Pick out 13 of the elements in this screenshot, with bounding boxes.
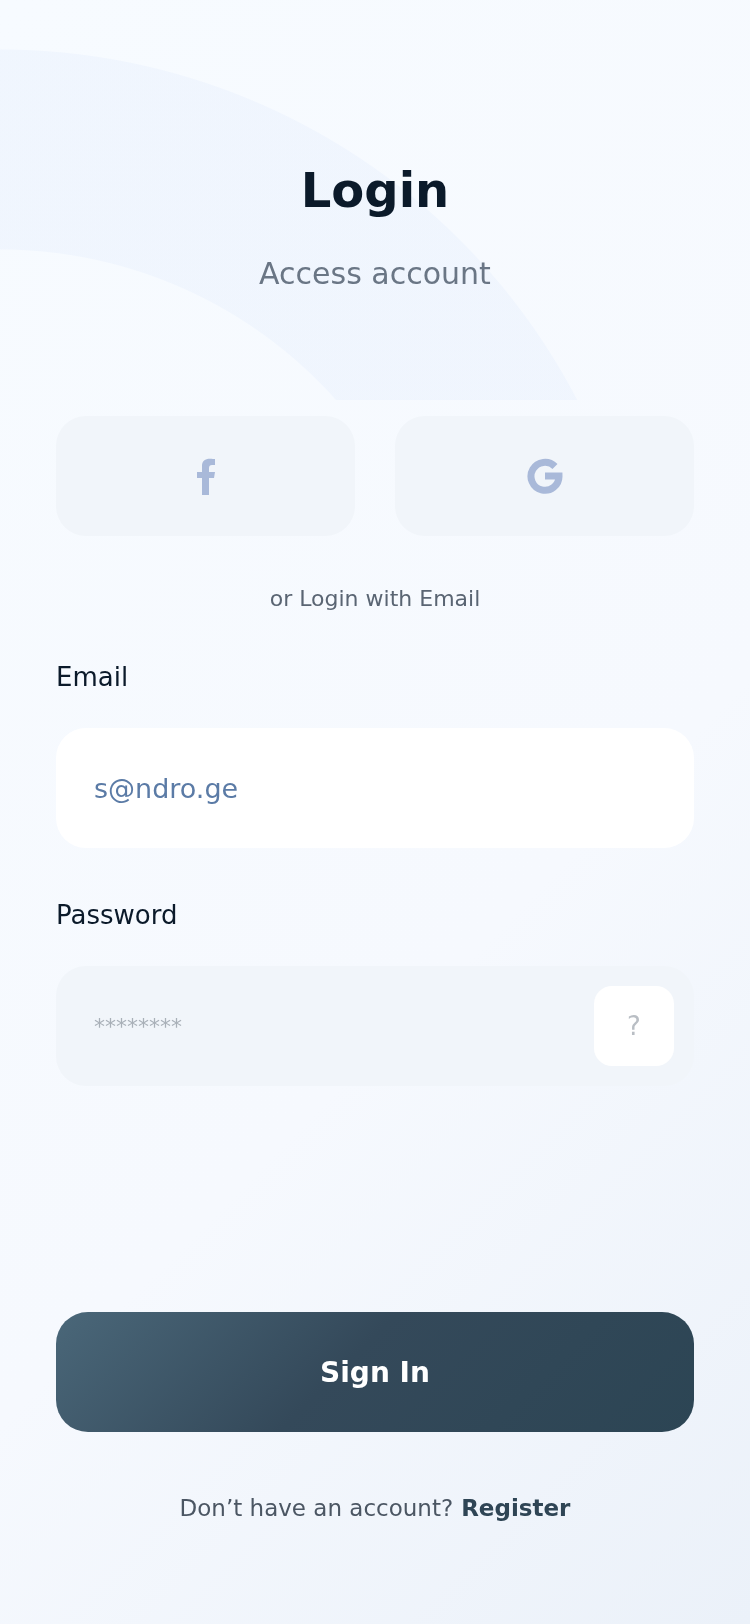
page-subtitle: Access account bbox=[258, 255, 492, 293]
divider-text: or Login with Email bbox=[268, 585, 482, 613]
social-login-button[interactable] bbox=[56, 416, 355, 536]
social-login-button[interactable] bbox=[395, 416, 694, 536]
sign-in-button[interactable]: Sign In bbox=[56, 1312, 694, 1432]
field-label: Email bbox=[56, 661, 129, 694]
google-icon bbox=[525, 457, 564, 495]
footer-text: Don’t have an account? bbox=[179, 1494, 454, 1523]
email-field[interactable]: s@ndro.ge bbox=[56, 728, 694, 848]
facebook-icon bbox=[196, 457, 215, 495]
page-title: Login bbox=[299, 161, 451, 220]
field-label: Password bbox=[56, 899, 178, 932]
register-link[interactable]: Register bbox=[461, 1492, 571, 1524]
